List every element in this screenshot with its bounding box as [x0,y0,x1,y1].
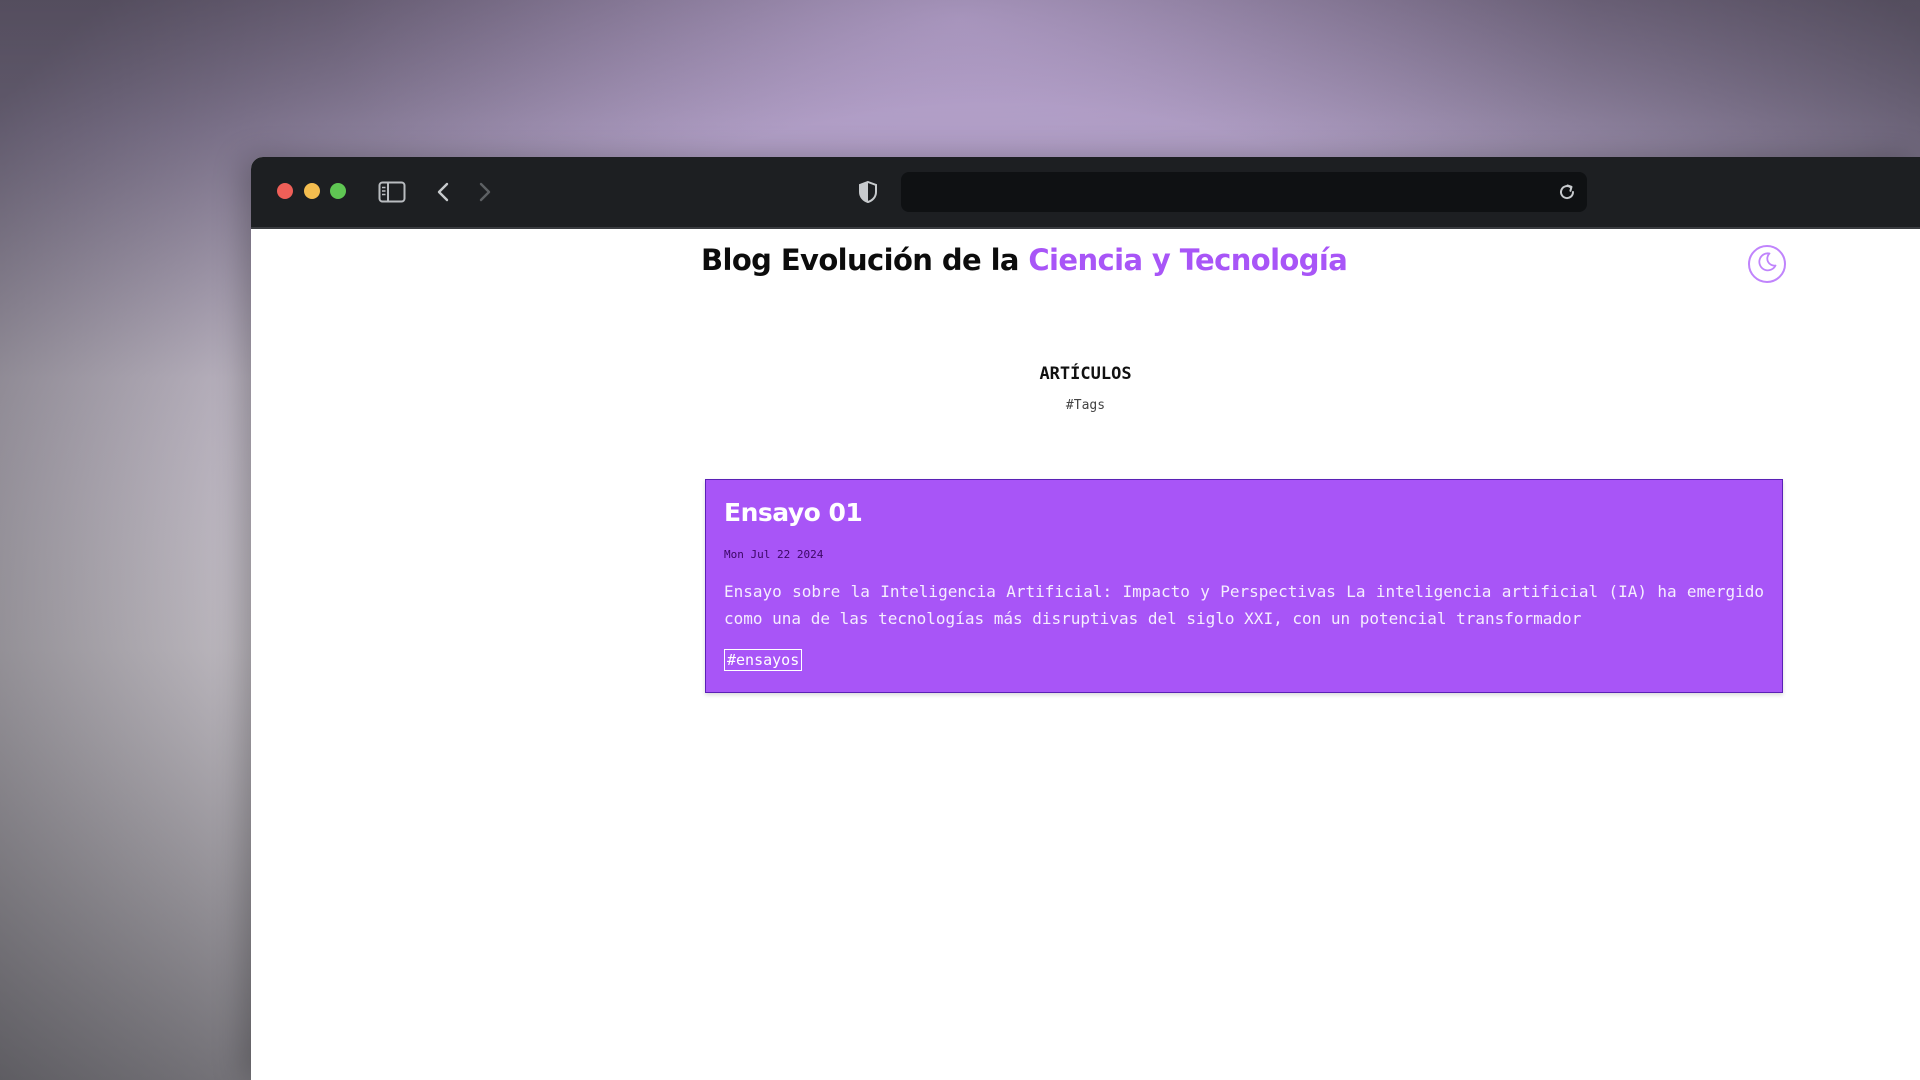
reload-icon[interactable] [1557,182,1577,202]
maximize-window-button[interactable] [330,183,346,199]
browser-window: Blog Evolución de la Ciencia y Tecnologí… [251,157,1920,1080]
article-card[interactable]: Ensayo 01 Mon Jul 22 2024 Ensayo sobre l… [705,479,1783,693]
article-tag[interactable]: #ensayos [724,649,803,671]
chevron-right-icon[interactable] [473,177,497,207]
chevron-left-icon[interactable] [431,177,455,207]
articles-heading: ARTÍCULOS [1039,364,1132,384]
page-content: Blog Evolución de la Ciencia y Tecnologí… [251,229,1920,1080]
article-excerpt: Ensayo sobre la Inteligencia Artificial:… [724,582,1764,628]
browser-toolbar [251,157,1920,229]
moon-icon [1755,250,1779,278]
article-date: Mon Jul 22 2024 [724,548,824,561]
site-title-plain: Blog Evolución de la [701,243,1029,277]
shield-icon[interactable] [855,177,881,207]
tags-link[interactable]: #Tags [551,398,1620,413]
close-window-button[interactable] [277,183,293,199]
minimize-window-button[interactable] [304,183,320,199]
site-title-accent: Ciencia y Tecnología [1028,243,1348,277]
theme-toggle-button[interactable] [1748,245,1786,283]
sidebar-toggle-icon[interactable] [377,177,407,207]
site-title[interactable]: Blog Evolución de la Ciencia y Tecnologí… [701,243,1348,277]
address-bar[interactable] [901,172,1587,212]
article-title[interactable]: Ensayo 01 [724,498,863,527]
